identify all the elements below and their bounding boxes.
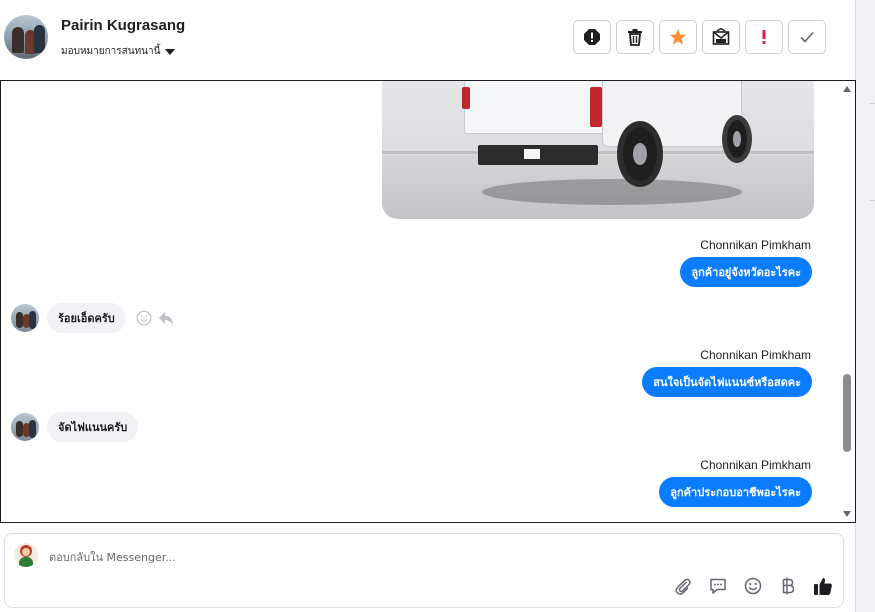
contact-avatar[interactable]	[4, 15, 48, 59]
outgoing-message[interactable]: ลูกค้าอยู่จังหวัดอะไรคะ	[680, 257, 812, 287]
react-emoji-icon[interactable]	[136, 310, 152, 326]
conversation-header: Pairin Kugrasang มอบหมายการสนทนานี้	[0, 0, 855, 80]
saved-reply-icon	[710, 578, 726, 594]
attach-button[interactable]	[673, 576, 693, 596]
report-spam-button[interactable]	[573, 20, 611, 54]
emoji-icon	[744, 577, 762, 595]
conversation-toolbar	[573, 20, 826, 54]
report-spam-icon	[584, 29, 600, 45]
composer-actions	[673, 576, 833, 596]
message-thread[interactable]: Chonnikan Pimkham ลูกค้าอยู่จังหวัดอะไรค…	[0, 80, 856, 523]
sender-avatar[interactable]	[11, 304, 39, 332]
emoji-button[interactable]	[743, 576, 763, 596]
message-sender-name: Chonnikan Pimkham	[700, 348, 811, 362]
reply-icon[interactable]	[158, 310, 174, 326]
outgoing-message[interactable]: ลูกค้าประกอบอาชีพอะไรคะ	[659, 477, 812, 507]
right-gutter	[855, 0, 875, 612]
page-avatar	[14, 543, 38, 567]
mark-unread-icon	[712, 28, 730, 45]
trash-icon	[628, 29, 642, 46]
outgoing-message[interactable]: สนใจเป็นจัดไฟแนนซ์หรือสดคะ	[642, 367, 812, 397]
assign-label: มอบหมายการสนทนานี้	[61, 46, 161, 57]
incoming-message-row: ร้อยเอ็ดครับ	[11, 303, 174, 333]
scroll-up-arrow-icon[interactable]	[843, 86, 851, 92]
sender-avatar[interactable]	[11, 413, 39, 441]
incoming-message[interactable]: จัดไฟแนนครับ	[47, 412, 139, 442]
reply-composer	[4, 533, 844, 608]
message-sender-name: Chonnikan Pimkham	[700, 458, 811, 472]
caret-down-icon	[165, 48, 176, 55]
reply-input[interactable]	[49, 546, 809, 568]
done-check-icon	[800, 31, 814, 43]
delete-button[interactable]	[616, 20, 654, 54]
saved-reply-button[interactable]	[708, 576, 728, 596]
messenger-inbox-page: Pairin Kugrasang มอบหมายการสนทนานี้ Chon…	[0, 0, 875, 612]
incoming-message[interactable]: ร้อยเอ็ดครับ	[47, 303, 126, 333]
message-sender-name: Chonnikan Pimkham	[700, 238, 811, 252]
thread-scrollbar[interactable]	[839, 81, 855, 521]
incoming-message-row: จัดไฟแนนครับ	[11, 412, 139, 442]
attach-icon	[675, 578, 691, 595]
scroll-down-arrow-icon[interactable]	[843, 511, 851, 517]
message-image-truck[interactable]	[382, 81, 814, 219]
star-button[interactable]	[659, 20, 697, 54]
send-like-button[interactable]	[813, 576, 833, 596]
assign-conversation-dropdown[interactable]: มอบหมายการสนทนานี้	[61, 44, 176, 59]
contact-name[interactable]: Pairin Kugrasang	[61, 17, 185, 34]
message-actions	[136, 310, 174, 326]
thumbs-up-icon	[814, 578, 832, 595]
baht-payment-icon	[782, 577, 795, 595]
important-icon	[762, 30, 766, 44]
mark-unread-button[interactable]	[702, 20, 740, 54]
mark-done-button[interactable]	[788, 20, 826, 54]
star-icon	[670, 29, 686, 45]
payment-button[interactable]	[778, 576, 798, 596]
scrollbar-thumb[interactable]	[843, 374, 851, 452]
important-button[interactable]	[745, 20, 783, 54]
